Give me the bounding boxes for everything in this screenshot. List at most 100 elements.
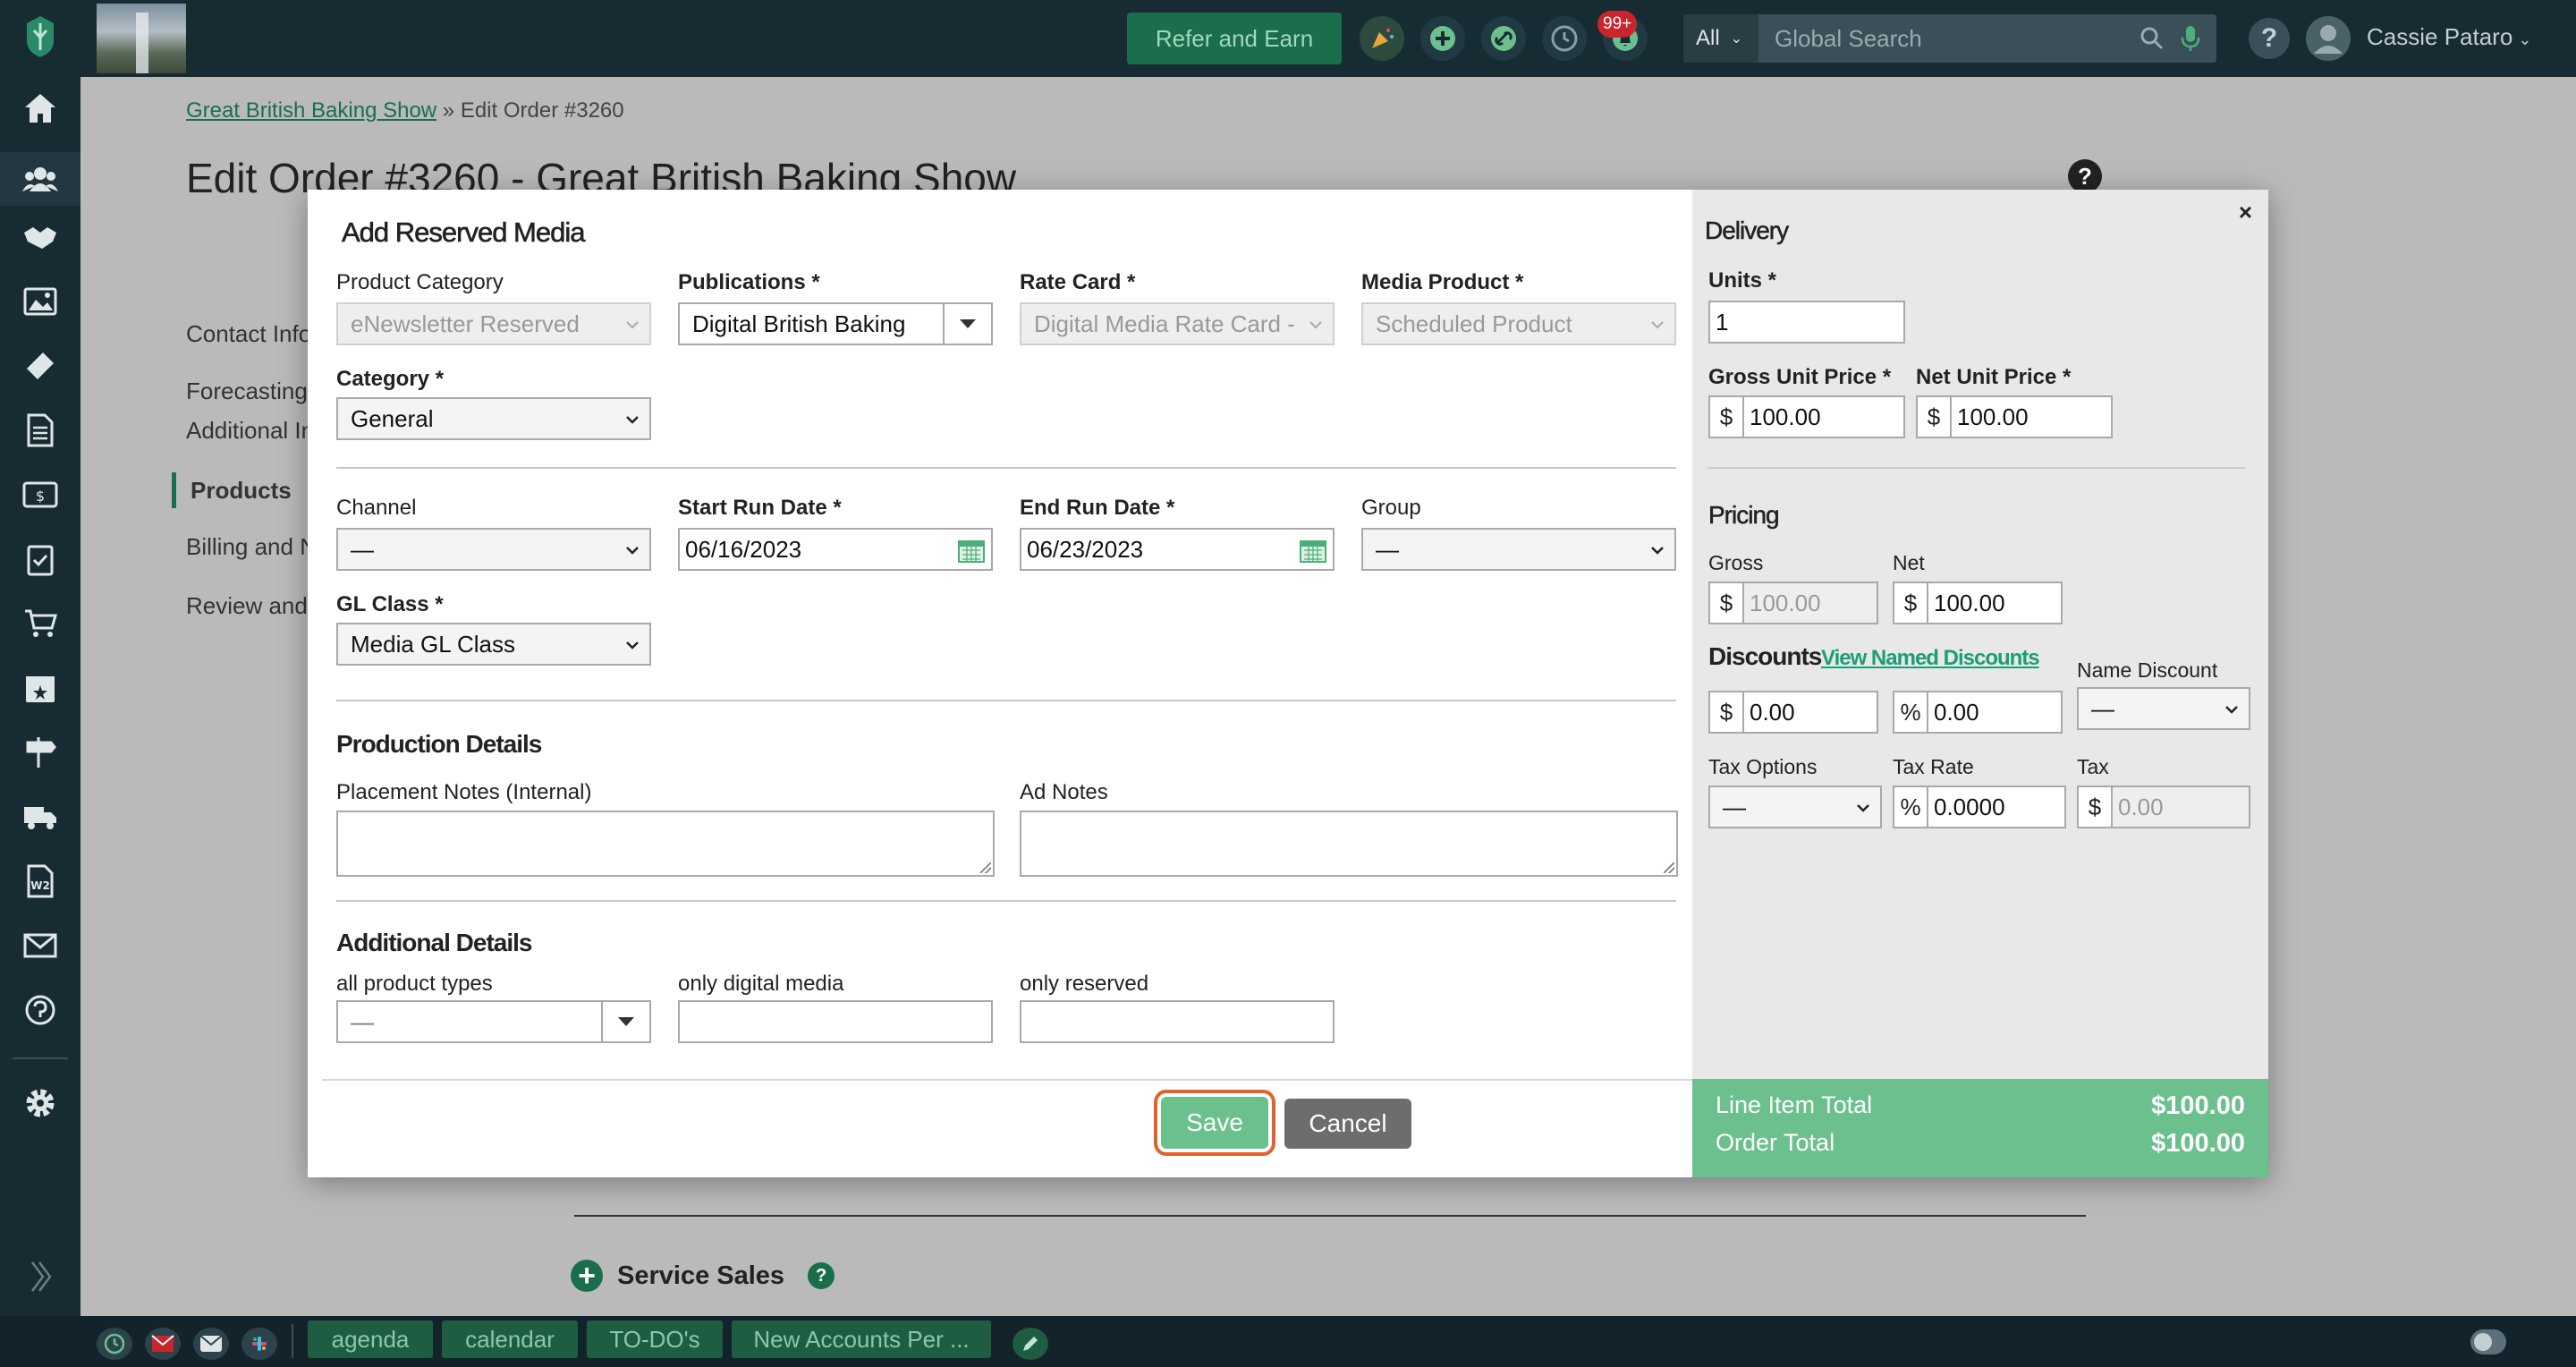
cart-icon[interactable] bbox=[20, 603, 61, 644]
clock-icon[interactable] bbox=[97, 1328, 132, 1360]
handshake-icon[interactable] bbox=[20, 217, 61, 258]
global-search-bar[interactable]: All ⌄ Global Search bbox=[1683, 14, 2216, 63]
tax-rate-label: Tax Rate bbox=[1893, 755, 1974, 778]
search-scope-select[interactable]: All ⌄ bbox=[1683, 14, 1758, 63]
view-named-discounts-link[interactable]: View Named Discounts bbox=[1821, 646, 2040, 671]
percent-symbol: % bbox=[1900, 793, 1921, 820]
page-help-icon[interactable]: ? bbox=[2068, 159, 2102, 193]
mail-icon[interactable] bbox=[20, 925, 61, 966]
save-button[interactable]: Save bbox=[1161, 1097, 1268, 1149]
line-item-total-value: $100.00 bbox=[2151, 1091, 2245, 1120]
tax-rate-input[interactable]: % 0.0000 bbox=[1893, 785, 2066, 828]
home-icon[interactable] bbox=[20, 88, 61, 129]
add-service-sale-icon[interactable]: + bbox=[571, 1259, 603, 1293]
calendar-icon[interactable] bbox=[957, 539, 986, 564]
section-divider bbox=[1708, 467, 2245, 469]
w2-form-icon[interactable]: W2 bbox=[20, 861, 61, 902]
help-icon[interactable]: ? bbox=[2249, 18, 2290, 59]
expand-sidebar-icon[interactable] bbox=[20, 1256, 61, 1297]
cancel-button[interactable]: Cancel bbox=[1284, 1099, 1411, 1149]
taskbar-tab-todos[interactable]: TO-DO's bbox=[587, 1320, 723, 1358]
party-popper-icon[interactable] bbox=[1360, 16, 1404, 61]
publications-select[interactable]: Digital British Baking bbox=[678, 302, 993, 345]
chevron-down-icon bbox=[2225, 706, 2238, 714]
user-avatar[interactable] bbox=[2306, 16, 2351, 61]
svg-text:W2: W2 bbox=[30, 879, 50, 892]
all-product-types-value: — bbox=[351, 1007, 374, 1035]
gross-value: 100.00 bbox=[1742, 583, 1877, 623]
breadcrumb-link-order[interactable]: Great British Baking Show bbox=[186, 98, 436, 123]
microphone-icon[interactable] bbox=[2181, 25, 2200, 52]
end-run-date-input[interactable]: 06/23/2023 bbox=[1020, 528, 1335, 571]
start-run-date-value: 06/16/2023 bbox=[685, 535, 802, 563]
chevron-down-icon bbox=[626, 416, 639, 424]
channel-select[interactable]: — bbox=[336, 528, 651, 571]
billing-icon[interactable]: $ bbox=[20, 474, 61, 515]
group-select[interactable]: — bbox=[1361, 528, 1676, 571]
clipboard-icon[interactable] bbox=[20, 539, 61, 580]
category-select[interactable]: General bbox=[336, 397, 651, 440]
refer-and-earn-button[interactable]: Refer and Earn bbox=[1127, 13, 1342, 64]
gross-unit-price-input[interactable]: $100.00 bbox=[1708, 395, 1905, 438]
product-category-value: eNewsletter Reserved bbox=[351, 310, 580, 337]
publications-dropdown-toggle[interactable] bbox=[943, 304, 991, 344]
contacts-icon[interactable] bbox=[0, 152, 80, 206]
tax-options-label: Tax Options bbox=[1708, 755, 1818, 778]
taskbar-tab-calendar[interactable]: calendar bbox=[442, 1320, 578, 1358]
service-sales-help-icon[interactable]: ? bbox=[808, 1262, 835, 1289]
delivery-truck-icon[interactable] bbox=[20, 796, 61, 837]
close-modal-icon[interactable]: × bbox=[2239, 199, 2252, 226]
edit-pencil-icon[interactable] bbox=[1013, 1328, 1048, 1360]
media-product-select[interactable]: Scheduled Product bbox=[1361, 302, 1676, 345]
start-run-date-input[interactable]: 06/16/2023 bbox=[678, 528, 993, 571]
taskbar-divider bbox=[292, 1324, 293, 1358]
toggle-switch[interactable] bbox=[2470, 1329, 2506, 1354]
currency-symbol: $ bbox=[2088, 793, 2102, 820]
media-icon[interactable] bbox=[20, 281, 61, 322]
user-name: Cassie Pataro bbox=[2367, 23, 2513, 50]
history-icon[interactable] bbox=[1542, 16, 1587, 61]
rate-card-select[interactable]: Digital Media Rate Card - bbox=[1020, 302, 1335, 345]
ticket-icon[interactable] bbox=[20, 345, 61, 386]
placement-notes-textarea[interactable] bbox=[336, 811, 995, 877]
discount-percent-input[interactable]: % 0.00 bbox=[1893, 691, 2063, 734]
gl-class-select[interactable]: Media GL Class bbox=[336, 623, 651, 666]
app-logo-icon[interactable] bbox=[23, 14, 57, 59]
publication-thumbnail[interactable] bbox=[97, 4, 186, 73]
units-input[interactable]: 1 bbox=[1708, 301, 1905, 344]
signpost-icon[interactable] bbox=[20, 732, 61, 773]
net-unit-price-input[interactable]: $100.00 bbox=[1916, 395, 2113, 438]
only-reserved-input[interactable] bbox=[1020, 1000, 1335, 1043]
search-input[interactable]: Global Search bbox=[1775, 25, 1922, 53]
add-icon[interactable] bbox=[1420, 16, 1465, 61]
taskbar-tab-new-accounts[interactable]: New Accounts Per ... bbox=[732, 1320, 991, 1358]
link-icon[interactable] bbox=[1481, 16, 1526, 61]
user-menu[interactable]: Cassie Pataro ⌄ bbox=[2367, 23, 2531, 51]
search-icon[interactable] bbox=[2140, 26, 2165, 51]
units-value: 1 bbox=[1716, 308, 1729, 335]
all-product-types-dropdown-toggle[interactable] bbox=[601, 1002, 649, 1041]
mail-alert-icon[interactable] bbox=[145, 1328, 181, 1360]
name-discount-select[interactable]: — bbox=[2077, 687, 2250, 730]
breadcrumb-current: Edit Order #3260 bbox=[460, 98, 624, 123]
settings-gear-icon[interactable] bbox=[20, 1083, 61, 1124]
support-icon[interactable] bbox=[20, 989, 61, 1031]
taskbar-tab-agenda[interactable]: agenda bbox=[308, 1320, 433, 1358]
ad-notes-textarea[interactable] bbox=[1020, 811, 1678, 877]
all-product-types-select[interactable]: — bbox=[336, 1000, 651, 1043]
discount-amount-input[interactable]: $0.00 bbox=[1708, 691, 1878, 734]
chevron-down-icon bbox=[1651, 321, 1664, 329]
calendar-star-icon[interactable] bbox=[20, 667, 61, 709]
calendar-icon[interactable] bbox=[1299, 539, 1327, 564]
tax-options-select[interactable]: — bbox=[1708, 785, 1882, 828]
svg-text:$: $ bbox=[36, 488, 45, 505]
document-icon[interactable] bbox=[20, 410, 61, 451]
tax-options-value: — bbox=[1723, 793, 1746, 820]
net-input[interactable]: $100.00 bbox=[1893, 582, 2063, 624]
product-category-select[interactable]: eNewsletter Reserved bbox=[336, 302, 651, 345]
chat-icon[interactable] bbox=[193, 1328, 229, 1360]
net-label: Net bbox=[1893, 551, 1925, 574]
only-digital-media-input[interactable] bbox=[678, 1000, 993, 1043]
chevron-down-icon bbox=[1857, 804, 1869, 812]
slack-icon[interactable] bbox=[242, 1328, 277, 1360]
